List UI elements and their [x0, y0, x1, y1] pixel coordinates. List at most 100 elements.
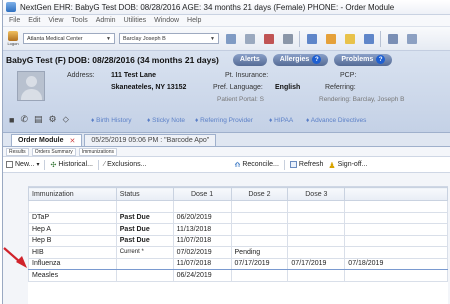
cell-dose1: 06/20/2019	[172, 211, 232, 224]
historical-button[interactable]: ✣ Historical...	[50, 161, 93, 169]
hipaa-link[interactable]: ♦ HIPAA	[269, 117, 293, 124]
patient-photo[interactable]	[17, 71, 45, 101]
advance-directives-label: Advance Directives	[310, 117, 367, 124]
cell-dose1: 11/07/2018	[172, 257, 232, 270]
action-separator	[97, 159, 99, 170]
new-dropdown[interactable]: ▾	[36, 161, 39, 168]
window-title: NextGen EHR: BabyG Test DOB: 08/28/2016 …	[20, 2, 395, 12]
menu-help[interactable]: Help	[187, 17, 201, 24]
table-row[interactable]: DTaP Past Due 06/20/2019	[28, 211, 448, 224]
toolbar-chart-button[interactable]	[304, 30, 319, 48]
toolbar-templates-button[interactable]	[385, 30, 400, 48]
column-header-dose3[interactable]: Dose 3	[287, 187, 346, 201]
toolbar-images-button[interactable]	[404, 30, 419, 48]
pref-language-label: Pref. Language:	[213, 84, 263, 91]
allergies-button[interactable]: Allergies?	[272, 53, 329, 66]
birth-history-link[interactable]: ♦ Birth History	[91, 117, 132, 124]
tab-encounter[interactable]: 05/25/2019 05:06 PM : "Barcode Apo"	[84, 134, 217, 146]
refresh-button-label: Refresh	[298, 161, 324, 168]
advance-directives-link[interactable]: ♦ Advance Directives	[306, 117, 366, 124]
toolbar-pmt-button[interactable]	[323, 30, 338, 48]
cell-dose1	[172, 200, 232, 213]
tab-order-module[interactable]: Order Module ✕	[11, 134, 83, 146]
cell-dose2	[230, 223, 289, 236]
pcp-label: PCP:	[340, 72, 357, 79]
menu-tools[interactable]: Tools	[71, 17, 87, 24]
menu-edit[interactable]: Edit	[28, 17, 40, 24]
cell-immunization: DTaP	[28, 211, 117, 224]
menu-file[interactable]: File	[9, 17, 20, 24]
alerts-button[interactable]: Alerts	[232, 53, 267, 66]
images-icon	[406, 33, 417, 44]
cell-dose3	[287, 234, 346, 247]
document-tabs: Order Module ✕ 05/25/2019 05:06 PM : "Ba…	[3, 133, 450, 147]
exclusions-button[interactable]: ⁄ Exclusions...	[104, 161, 146, 168]
new-document-icon	[225, 33, 236, 44]
subtab-orders-summary[interactable]: Orders Summary	[31, 147, 76, 156]
refresh-icon	[289, 161, 297, 168]
allergies-label: Allergies	[279, 56, 310, 63]
order-subtabs: Results Orders Summary Immunizations	[3, 147, 450, 157]
cell-status: Past Due	[115, 234, 174, 247]
immunization-grid: Immunization Status Dose 1 Dose 2 Dose 3…	[28, 186, 448, 304]
column-header-immunization[interactable]: Immunization	[28, 187, 117, 201]
menu-admin[interactable]: Admin	[96, 17, 116, 24]
subtab-results[interactable]: Results	[6, 147, 29, 156]
cell-status: Past Due	[115, 223, 174, 236]
table-row[interactable]	[28, 200, 448, 213]
tab-order-module-label: Order Module	[18, 137, 64, 144]
column-header-dose2[interactable]: Dose 2	[230, 187, 289, 201]
reconcile-button[interactable]: ⟰ Reconcile...	[234, 161, 278, 169]
menu-view[interactable]: View	[48, 17, 63, 24]
toolbar-print-button[interactable]	[280, 30, 295, 48]
close-icon[interactable]: ✕	[70, 137, 76, 145]
hipaa-label: HIPAA	[274, 117, 294, 124]
cell-dose4	[344, 211, 448, 224]
document-icon[interactable]: ▤	[34, 114, 43, 125]
menu-utilities[interactable]: Utilities	[124, 17, 147, 24]
toolbar-delete-button[interactable]	[261, 30, 276, 48]
column-header-dose1[interactable]: Dose 1	[172, 187, 232, 201]
table-row[interactable]: Hep B Past Due 11/07/2018	[28, 234, 448, 247]
location-select[interactable]: Atlanta Medical Center ▼	[23, 33, 115, 44]
settings-icon[interactable]: ⚙	[49, 114, 57, 125]
avatar-head	[26, 76, 37, 87]
refresh-button[interactable]: Refresh	[289, 161, 324, 168]
signoff-button[interactable]: ♟ Sign-off...	[328, 161, 368, 170]
subtab-immunizations[interactable]: Immunizations	[78, 147, 117, 156]
table-row[interactable]: Hep A Past Due 11/13/2018	[28, 223, 448, 236]
address-line1: 111 Test Lane	[111, 72, 157, 79]
new-button[interactable]: New...	[6, 161, 34, 168]
cell-dose4	[344, 269, 448, 282]
problems-button[interactable]: Problems?	[334, 53, 393, 66]
logon-button[interactable]: Logon	[7, 30, 19, 47]
title-bar: NextGen EHR: BabyG Test DOB: 08/28/2016 …	[3, 0, 450, 15]
cell-dose4: 07/18/2019	[344, 257, 448, 270]
pin-icon[interactable]: ⬦	[63, 114, 69, 125]
tasks-icon	[363, 33, 374, 44]
print-icon	[282, 33, 293, 44]
chart-icon	[306, 33, 317, 44]
phone-icon[interactable]: ✆	[20, 114, 28, 125]
info-icon: ?	[312, 55, 322, 64]
address-line2: Skaneateles, NY 13152	[111, 84, 187, 91]
toolbar-new-button[interactable]	[223, 30, 238, 48]
column-header-status[interactable]: Status	[115, 187, 174, 201]
table-row-selected[interactable]: Influenza 11/07/2018 07/17/2019 07/17/20…	[28, 257, 448, 270]
toolbar-tasks-button[interactable]	[361, 30, 376, 48]
referring-provider-link[interactable]: ♦ Referring Provider	[195, 117, 253, 124]
provider-select[interactable]: Barclay Joseph B ▼	[119, 33, 219, 44]
menu-window[interactable]: Window	[154, 17, 179, 24]
column-header-dose4[interactable]	[344, 187, 448, 201]
cell-dose4	[344, 223, 448, 236]
sticky-note-label: Sticky Note	[152, 117, 185, 124]
table-row[interactable]: Measles 06/24/2019	[28, 269, 448, 282]
toolbar-refresh-button[interactable]	[342, 30, 357, 48]
signoff-button-label: Sign-off...	[337, 161, 368, 168]
toolbar-open-button[interactable]	[242, 30, 257, 48]
cell-dose1: 11/07/2018	[172, 234, 232, 247]
sticky-note-link[interactable]: ♦ Sticky Note	[147, 117, 185, 124]
action-separator	[283, 159, 285, 170]
table-row[interactable]: HIB Current * 07/02/2019 Pending	[28, 246, 448, 259]
camera-icon[interactable]: ■	[9, 115, 14, 125]
